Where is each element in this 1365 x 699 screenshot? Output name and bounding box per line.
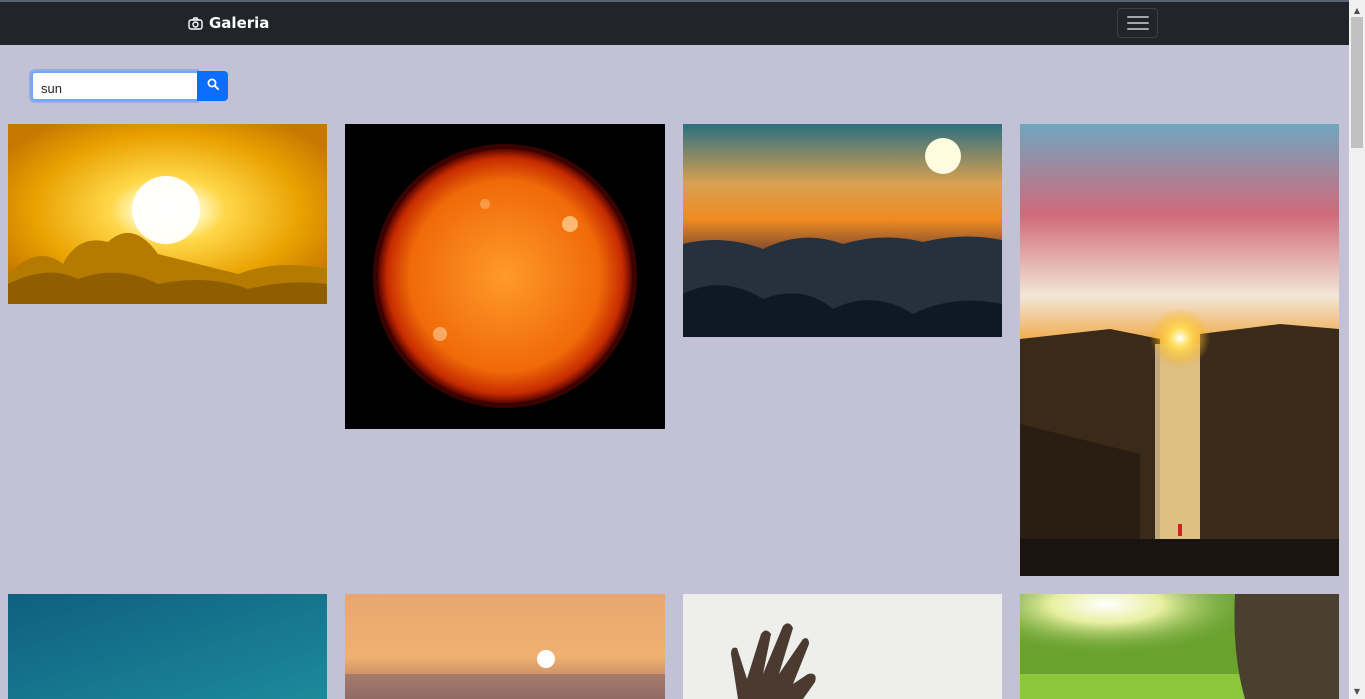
hamburger-menu-icon (1126, 15, 1149, 31)
gallery-image[interactable] (345, 594, 665, 699)
search-icon (207, 77, 219, 95)
search-form (29, 69, 228, 103)
scrollbar-thumb[interactable] (1351, 17, 1363, 148)
gallery-image[interactable] (8, 124, 327, 304)
gallery-image[interactable] (683, 124, 1002, 337)
search-input[interactable] (29, 69, 199, 103)
scroll-up-arrow-icon[interactable]: ▲ (1349, 2, 1365, 18)
scroll-down-arrow-icon[interactable]: ▼ (1349, 683, 1365, 699)
gallery-image[interactable] (345, 124, 665, 429)
page-scrollbar[interactable]: ▲ ▼ (1349, 0, 1365, 699)
navbar: Galeria (0, 2, 1349, 45)
navbar-toggle-button[interactable] (1117, 8, 1158, 38)
gallery-image[interactable] (1020, 594, 1339, 699)
brand-label: Galeria (209, 14, 270, 32)
search-button[interactable] (197, 71, 228, 101)
camera-icon (188, 16, 203, 30)
gallery-image[interactable] (683, 594, 1002, 699)
gallery-image[interactable] (1020, 124, 1339, 576)
brand-link[interactable]: Galeria (188, 14, 269, 32)
gallery-image[interactable] (8, 594, 327, 699)
